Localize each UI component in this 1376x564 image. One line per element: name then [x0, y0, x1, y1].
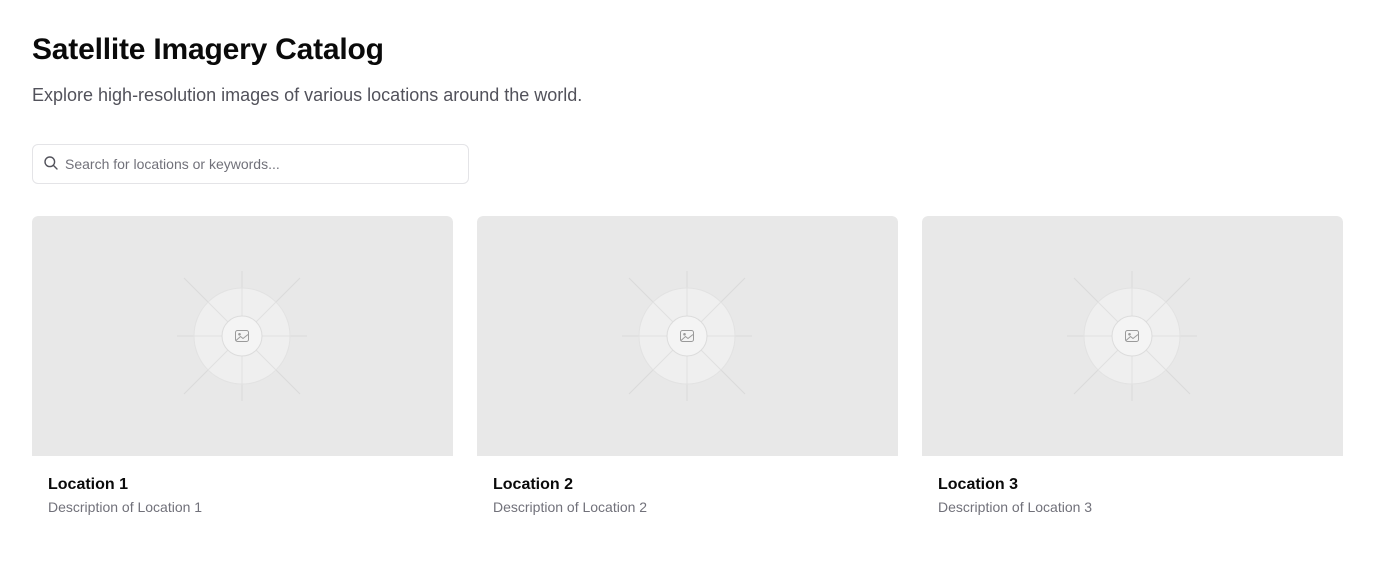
card-body: Location 1 Description of Location 1 [32, 456, 453, 516]
card-body: Location 2 Description of Location 2 [477, 456, 898, 516]
card-title: Location 3 [938, 476, 1019, 493]
card-title: Location 2 [493, 476, 574, 493]
card-image[interactable] [477, 216, 898, 456]
location-card[interactable]: Location 3 Description of Location 3 [922, 216, 1343, 528]
card-description: Description of Location 3 [938, 499, 1093, 515]
location-card[interactable]: Location 2 Description of Location 2 [477, 216, 898, 528]
card-title: Location 1 [48, 476, 129, 493]
card-grid: Location 1 Description of Location 1 Loc… [32, 216, 1344, 528]
search-icon [44, 156, 58, 170]
page: Satellite Imagery Catalog Explore high-r… [0, 0, 1376, 564]
card-description: Description of Location 1 [48, 499, 203, 515]
card-image[interactable] [922, 216, 1343, 456]
location-card[interactable]: Location 1 Description of Location 1 [32, 216, 453, 528]
page-title: Satellite Imagery Catalog [32, 33, 384, 66]
card-description: Description of Location 2 [493, 499, 648, 515]
image-placeholder-icon [177, 271, 307, 401]
image-placeholder-icon [622, 271, 752, 401]
image-placeholder-icon [1067, 271, 1197, 401]
search-box[interactable] [32, 144, 469, 184]
page-subtitle: Explore high-resolution images of variou… [32, 85, 583, 105]
card-image[interactable] [32, 216, 453, 456]
card-body: Location 3 Description of Location 3 [922, 456, 1343, 516]
search-input[interactable] [65, 145, 461, 183]
